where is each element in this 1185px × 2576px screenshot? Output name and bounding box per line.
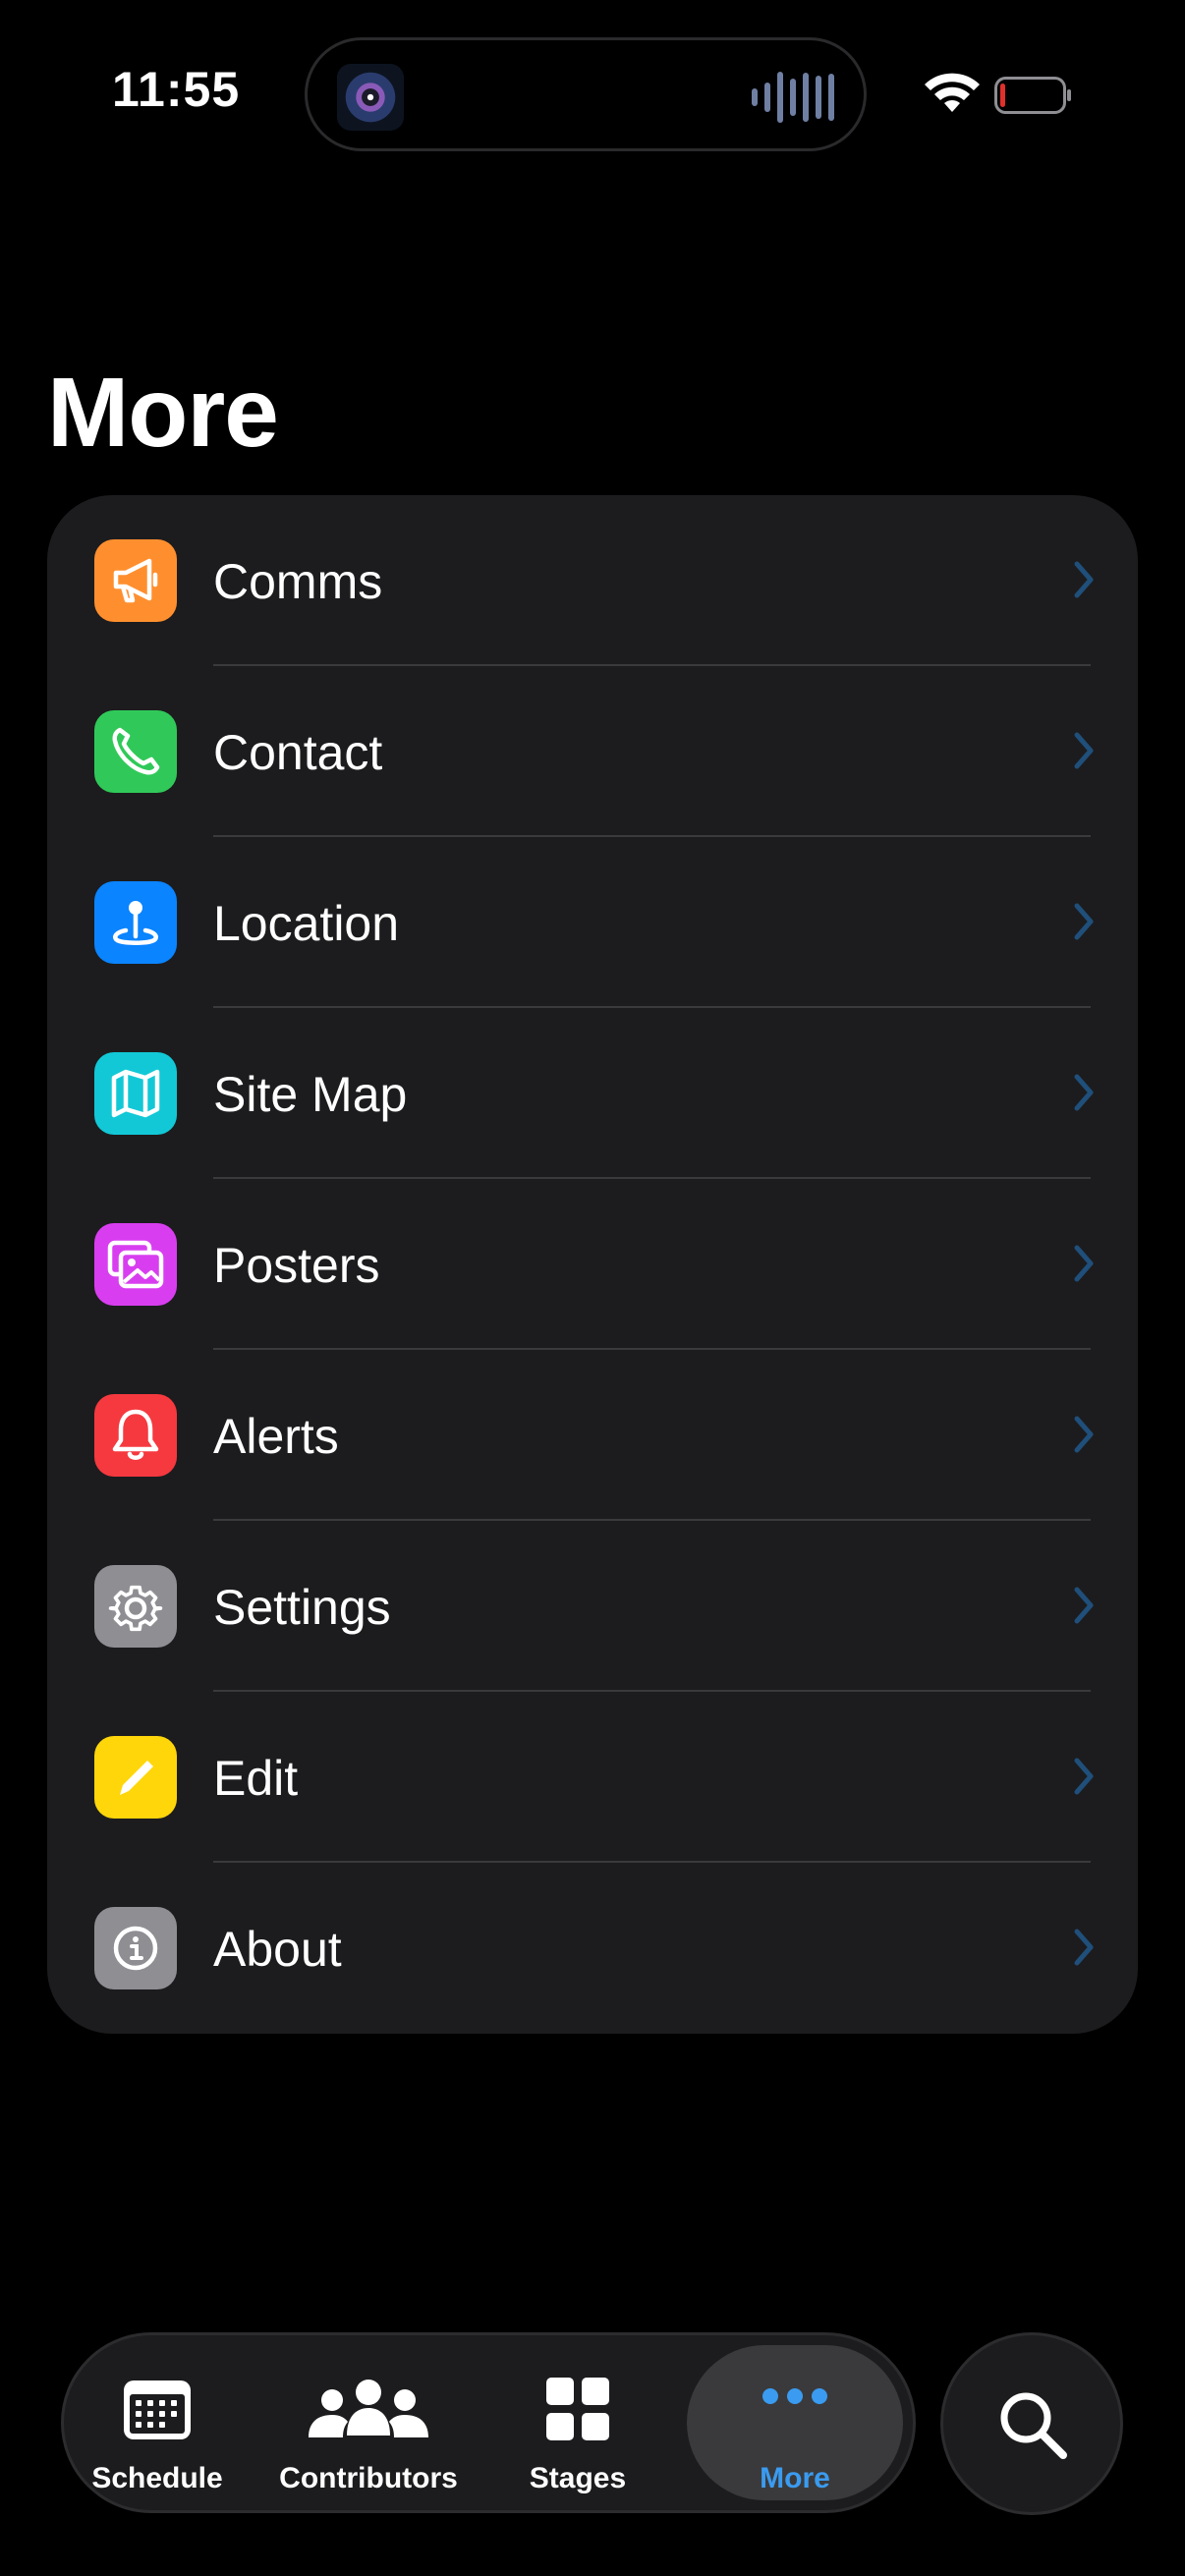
pencil-icon: [94, 1736, 177, 1819]
menu-item-label: About: [213, 1922, 342, 1977]
chevron-right-icon: [1074, 1416, 1094, 1453]
audio-waveform-icon: [752, 70, 834, 125]
wifi-icon: [925, 73, 980, 112]
chevron-right-icon: [1074, 903, 1094, 940]
info-icon: [94, 1907, 177, 1989]
tab-schedule[interactable]: Schedule: [84, 2345, 231, 2500]
tab-label: More: [760, 2462, 830, 2494]
photos-icon: [94, 1223, 177, 1306]
tab-more[interactable]: More: [687, 2345, 903, 2500]
chevron-right-icon: [1074, 732, 1094, 769]
phone-icon: [94, 710, 177, 793]
now-playing-artwork: [337, 64, 404, 131]
chevron-right-icon: [1074, 561, 1094, 598]
bell-icon: [94, 1394, 177, 1477]
menu-item-site-map[interactable]: Site Map: [47, 1008, 1138, 1179]
menu-item-about[interactable]: About: [47, 1863, 1138, 2034]
search-button[interactable]: [940, 2332, 1123, 2515]
menu-item-label: Site Map: [213, 1067, 408, 1122]
calendar-icon: [124, 2380, 191, 2439]
menu-item-label: Contact: [213, 725, 383, 780]
menu-item-label: Comms: [213, 554, 383, 609]
chevron-right-icon: [1074, 1074, 1094, 1111]
menu-item-contact[interactable]: Contact: [47, 666, 1138, 837]
more-menu-list: Comms Contact Location Site Map Posters …: [47, 495, 1138, 2034]
menu-item-alerts[interactable]: Alerts: [47, 1350, 1138, 1521]
ellipsis-icon: [762, 2388, 827, 2404]
tab-label: Stages: [529, 2462, 627, 2494]
battery-icon: [994, 77, 1071, 114]
page-title: More: [47, 358, 279, 468]
map-pin-icon: [94, 881, 177, 964]
menu-item-location[interactable]: Location: [47, 837, 1138, 1008]
menu-item-comms[interactable]: Comms: [47, 495, 1138, 666]
menu-item-label: Edit: [213, 1751, 299, 1806]
menu-item-label: Alerts: [213, 1409, 339, 1464]
tab-contributors[interactable]: Contributors: [251, 2345, 486, 2500]
tab-bar: Schedule Contributors Stages More: [61, 2332, 916, 2513]
menu-item-posters[interactable]: Posters: [47, 1179, 1138, 1350]
grid-icon: [546, 2378, 609, 2440]
chevron-right-icon: [1074, 1245, 1094, 1282]
menu-item-label: Posters: [213, 1238, 380, 1293]
search-icon: [1000, 2392, 1067, 2459]
chevron-right-icon: [1074, 1929, 1094, 1966]
status-time: 11:55: [112, 62, 241, 117]
map-icon: [94, 1052, 177, 1135]
menu-item-edit[interactable]: Edit: [47, 1692, 1138, 1863]
people-icon: [309, 2380, 428, 2437]
tab-label: Contributors: [279, 2462, 458, 2494]
menu-item-label: Settings: [213, 1580, 391, 1635]
gear-icon: [94, 1565, 177, 1648]
megaphone-icon: [94, 539, 177, 622]
tab-label: Schedule: [91, 2462, 223, 2494]
chevron-right-icon: [1074, 1758, 1094, 1795]
menu-item-settings[interactable]: Settings: [47, 1521, 1138, 1692]
tab-stages[interactable]: Stages: [504, 2345, 651, 2500]
menu-item-label: Location: [213, 896, 400, 951]
chevron-right-icon: [1074, 1587, 1094, 1624]
dynamic-island[interactable]: [305, 37, 867, 151]
